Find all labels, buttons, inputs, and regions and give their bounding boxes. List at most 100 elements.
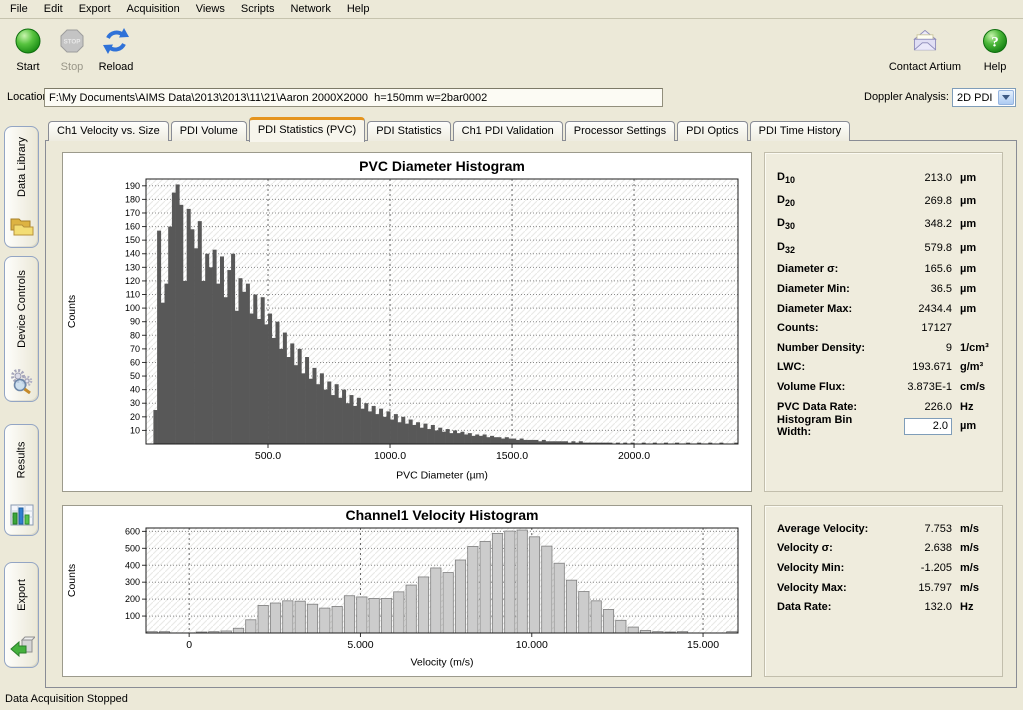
svg-text:120: 120 — [125, 276, 140, 286]
stat-value: 2.638 — [886, 542, 952, 554]
stat-value: 193.671 — [886, 361, 952, 373]
tab-pdi-volume[interactable]: PDI Volume — [171, 121, 247, 141]
stat-unit: 1/cm³ — [952, 342, 992, 354]
velocity-stats-panel: Average Velocity:7.753m/sVelocity σ:2.63… — [764, 505, 1003, 677]
status-bar: Data Acquisition Stopped — [0, 689, 1023, 710]
stat-row-volume-flux: Volume Flux:3.873E-1cm/s — [777, 377, 992, 397]
menu-export[interactable]: Export — [71, 1, 119, 17]
help-icon: ? — [980, 26, 1010, 56]
sidebar-item-device-controls[interactable]: Device Controls — [4, 256, 39, 402]
stat-label: Diameter σ: — [777, 263, 886, 275]
sidebar-item-data-library[interactable]: Data Library — [4, 126, 39, 248]
toolbar-left-group: Start STOP Stop — [10, 26, 134, 73]
stop-button[interactable]: STOP Stop — [54, 26, 90, 73]
start-label: Start — [16, 61, 39, 73]
svg-text:160: 160 — [125, 222, 140, 232]
menu-help[interactable]: Help — [339, 1, 378, 17]
svg-text:STOP: STOP — [64, 39, 81, 46]
svg-text:30: 30 — [130, 398, 140, 408]
location-field[interactable] — [44, 88, 663, 107]
svg-text:170: 170 — [125, 208, 140, 218]
stat-label: PVC Data Rate: — [777, 401, 886, 413]
svg-text:PVC Diameter (µm): PVC Diameter (µm) — [396, 470, 488, 482]
contact-artium-label: Contact Artium — [889, 61, 961, 73]
svg-text:400: 400 — [125, 560, 140, 570]
stat-unit: µm — [952, 303, 992, 315]
stat-row-d32: D32579.8µm — [777, 236, 992, 259]
folders-icon — [9, 214, 35, 240]
stat-unit: µm — [952, 218, 992, 230]
stat-label: Data Rate: — [777, 601, 886, 613]
stat-row-velocity-max: Velocity Max:15.797m/s — [777, 578, 992, 598]
menu-views[interactable]: Views — [188, 1, 233, 17]
stat-unit: g/m³ — [952, 361, 992, 373]
stat-row-d30: D30348.2µm — [777, 213, 992, 236]
reload-label: Reload — [99, 61, 134, 73]
svg-text:10.000: 10.000 — [516, 639, 548, 651]
contact-artium-button[interactable]: Contact Artium — [889, 26, 961, 73]
stat-row-lwc: LWC:193.671g/m³ — [777, 358, 992, 378]
stat-unit: m/s — [952, 582, 992, 594]
start-button[interactable]: Start — [10, 26, 46, 73]
pvc-diameter-histogram: 1020304050607080901001101201301401501601… — [62, 152, 752, 492]
svg-text:?: ? — [991, 35, 999, 51]
stat-row-d20: D20269.8µm — [777, 189, 992, 212]
menu-bar: FileEditExportAcquisitionViewsScriptsNet… — [0, 0, 1023, 19]
menu-edit[interactable]: Edit — [36, 1, 71, 17]
tab-pdi-time-history[interactable]: PDI Time History — [750, 121, 851, 141]
stat-row-counts: Counts:17127 — [777, 318, 992, 338]
stat-label: D20 — [777, 194, 886, 208]
svg-text:500: 500 — [125, 543, 140, 553]
svg-text:90: 90 — [130, 317, 140, 327]
svg-text:80: 80 — [130, 330, 140, 340]
stat-unit: Hz — [952, 601, 992, 613]
svg-text:1500.0: 1500.0 — [496, 450, 528, 462]
stat-value: 132.0 — [886, 601, 952, 613]
stat-row-velocity: Velocity σ:2.638m/s — [777, 539, 992, 559]
chevron-down-icon[interactable] — [998, 90, 1014, 105]
stat-value: 17127 — [886, 322, 952, 334]
tab-pdi-statistics-pvc[interactable]: PDI Statistics (PVC) — [249, 117, 365, 142]
reload-button[interactable]: Reload — [98, 26, 134, 73]
svg-text:140: 140 — [125, 249, 140, 259]
stat-value: 165.6 — [886, 263, 952, 275]
stat-unit: Hz — [952, 401, 992, 413]
svg-text:130: 130 — [125, 262, 140, 272]
tab-strip: Ch1 Velocity vs. SizePDI VolumePDI Stati… — [48, 114, 1014, 141]
svg-text:15.000: 15.000 — [687, 639, 719, 651]
stat-row-histogram-bin-width: Histogram Bin Width:µm — [777, 416, 992, 436]
app-window: FileEditExportAcquisitionViewsScriptsNet… — [0, 0, 1023, 710]
stat-label: D32 — [777, 241, 886, 255]
stop-label: Stop — [61, 61, 84, 73]
tab-processor-settings[interactable]: Processor Settings — [565, 121, 675, 141]
tab-pdi-optics[interactable]: PDI Optics — [677, 121, 748, 141]
menu-acquisition[interactable]: Acquisition — [119, 1, 188, 17]
tab-ch1-velocity-vs-size[interactable]: Ch1 Velocity vs. Size — [48, 121, 169, 141]
stat-label: Velocity Min: — [777, 562, 886, 574]
menu-network[interactable]: Network — [282, 1, 338, 17]
stat-unit: µm — [952, 242, 992, 254]
svg-text:70: 70 — [130, 344, 140, 354]
stat-value — [886, 418, 952, 435]
bar-chart-icon — [9, 502, 35, 528]
stat-value: 36.5 — [886, 283, 952, 295]
svg-text:40: 40 — [130, 385, 140, 395]
svg-text:Counts: Counts — [66, 564, 78, 597]
svg-text:100: 100 — [125, 611, 140, 621]
menu-scripts[interactable]: Scripts — [233, 1, 283, 17]
sidebar-item-export[interactable]: Export — [4, 562, 39, 668]
doppler-analysis-select[interactable]: 2D PDI — [952, 88, 1016, 107]
tab-pdi-statistics[interactable]: PDI Statistics — [367, 121, 450, 141]
main-panel: Ch1 Velocity vs. SizePDI VolumePDI Stati… — [45, 114, 1017, 688]
tab-ch1-pdi-validation[interactable]: Ch1 PDI Validation — [453, 121, 563, 141]
stat-label: Diameter Min: — [777, 283, 886, 295]
stat-unit: µm — [952, 420, 992, 432]
sidebar-label-data-library: Data Library — [16, 137, 28, 197]
stat-value: 7.753 — [886, 523, 952, 535]
histogram-bin-width-input[interactable] — [904, 418, 952, 435]
stat-label: Volume Flux: — [777, 381, 886, 393]
stat-unit: µm — [952, 283, 992, 295]
menu-file[interactable]: File — [2, 1, 36, 17]
sidebar-item-results[interactable]: Results — [4, 424, 39, 536]
help-button[interactable]: ? Help — [977, 26, 1013, 73]
